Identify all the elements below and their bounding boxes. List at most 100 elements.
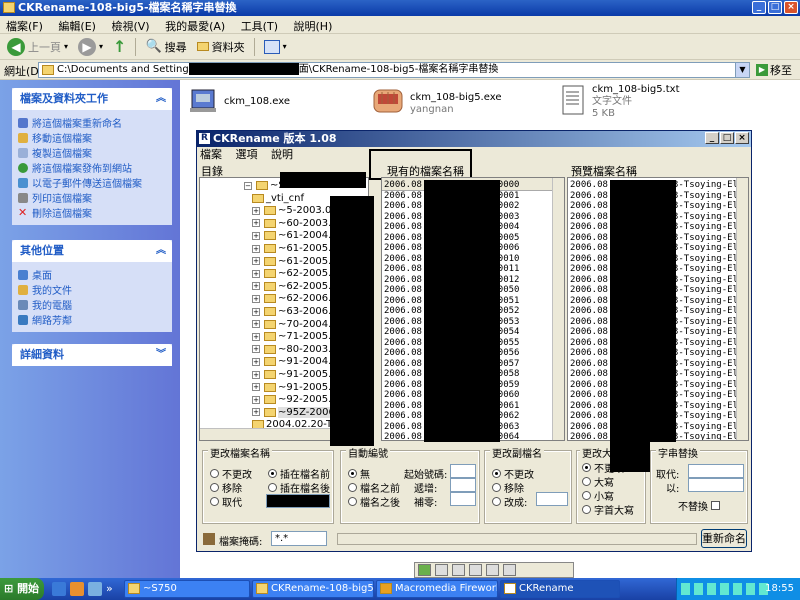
task-print-file[interactable]: 列印這個檔案: [18, 191, 166, 205]
place-network[interactable]: 網路芳鄰: [18, 313, 166, 327]
numbering-after-radio[interactable]: 檔名之後: [348, 494, 400, 509]
menu-help[interactable]: 說明(H): [288, 16, 339, 36]
expand-icon[interactable]: +: [252, 294, 260, 303]
views-button[interactable]: ▾: [261, 39, 290, 55]
tray-icons[interactable]: [681, 583, 771, 595]
address-input[interactable]: C:\Documents and Setting 面\CKRename-108-b…: [38, 62, 750, 78]
tree-folder[interactable]: _vti_cnf: [252, 193, 304, 204]
up-folder-button[interactable]: ↑: [110, 36, 129, 57]
details-header[interactable]: 詳細資料 ︾: [12, 344, 172, 366]
forward-button[interactable]: ▶ ▾: [75, 37, 106, 57]
rename-no-change-radio[interactable]: 不更改: [210, 466, 252, 481]
taskbar-item[interactable]: CKRename-108-big5-檔...: [252, 580, 374, 598]
address-dropdown-button[interactable]: ▼: [735, 63, 749, 77]
rename-remove-radio[interactable]: 移除: [210, 480, 242, 495]
expand-icon[interactable]: +: [252, 383, 260, 392]
no-replace-checkbox[interactable]: 不替換: [678, 498, 720, 513]
expand-icon[interactable]: +: [252, 395, 260, 404]
numbering-before-radio[interactable]: 檔名之前: [348, 480, 400, 495]
ext-no-change-radio[interactable]: 不更改: [492, 466, 534, 481]
case-title-radio[interactable]: 字首大寫: [582, 502, 634, 517]
expand-icon[interactable]: +: [252, 269, 260, 278]
taskbar-item[interactable]: Macromedia Fireworks M...: [376, 580, 498, 598]
chevron-right-icon[interactable]: »: [106, 582, 113, 595]
ime-icon[interactable]: [418, 564, 431, 576]
expand-icon[interactable]: +: [252, 307, 260, 316]
task-email-file[interactable]: 以電子郵件傳送這個檔案: [18, 176, 166, 190]
place-my-documents[interactable]: 我的文件: [18, 283, 166, 297]
start-button[interactable]: ⊞ 開始: [0, 578, 44, 600]
expand-icon[interactable]: +: [252, 408, 260, 417]
menu-edit[interactable]: 編輯(E): [52, 16, 102, 36]
other-places-header[interactable]: 其他位置 ︽: [12, 240, 172, 262]
ck-menu-help[interactable]: 說明: [271, 148, 293, 161]
tool-icon[interactable]: [469, 564, 482, 576]
back-button[interactable]: ◀ 上一頁 ▾: [4, 37, 71, 57]
start-number-input[interactable]: [450, 464, 476, 478]
task-rename-file[interactable]: 將這個檔案重新命名: [18, 116, 166, 130]
keyboard-icon[interactable]: [435, 564, 448, 576]
menu-view[interactable]: 檢視(V): [105, 16, 155, 36]
menu-file[interactable]: 檔案(F): [0, 16, 49, 36]
case-lower-radio[interactable]: 小寫: [582, 488, 614, 503]
file-mask-input[interactable]: *.*: [271, 531, 327, 546]
expand-icon[interactable]: +: [252, 320, 260, 329]
search-button[interactable]: 🔍 搜尋: [142, 38, 189, 56]
pen-icon[interactable]: [452, 564, 465, 576]
numbering-none-radio[interactable]: 無: [348, 466, 370, 481]
input-icon[interactable]: [486, 564, 499, 576]
ext-change-radio[interactable]: 改成:: [492, 494, 527, 509]
insert-before-radio[interactable]: 插在檔名前: [268, 466, 330, 481]
replace-to-input[interactable]: [688, 478, 744, 492]
expand-icon[interactable]: +: [252, 219, 260, 228]
rename-button[interactable]: 重新命名: [701, 529, 747, 548]
expand-icon[interactable]: −: [244, 181, 252, 190]
taskbar-item[interactable]: ~S750: [124, 580, 250, 598]
menu-tools[interactable]: 工具(T): [235, 16, 284, 36]
expand-icon[interactable]: +: [252, 206, 260, 215]
menu-favorites[interactable]: 我的最愛(A): [159, 16, 231, 36]
task-delete-file[interactable]: ✕ 刪除這個檔案: [18, 206, 166, 221]
replace-from-input[interactable]: [688, 464, 744, 478]
desktop-icon[interactable]: [88, 582, 102, 596]
file-item[interactable]: ckm_108-big5.exe yangnan: [370, 84, 501, 116]
file-item[interactable]: ckm_108.exe: [188, 84, 290, 116]
expand-icon[interactable]: +: [252, 282, 260, 291]
expand-icon[interactable]: +: [252, 357, 260, 366]
close-button[interactable]: ×: [784, 1, 798, 14]
ck-menu-file[interactable]: 檔案: [200, 148, 222, 161]
rename-text-input[interactable]: [266, 494, 330, 508]
place-my-computer[interactable]: 我的電腦: [18, 298, 166, 312]
extension-input[interactable]: [536, 492, 568, 506]
file-tasks-header[interactable]: 檔案及資料夾工作 ︽: [12, 88, 172, 110]
minimize-button[interactable]: _: [705, 132, 719, 144]
step-input[interactable]: [450, 478, 476, 492]
maximize-button[interactable]: □: [768, 1, 782, 14]
expand-icon[interactable]: +: [252, 257, 260, 266]
expand-icon[interactable]: +: [252, 370, 260, 379]
zero-pad-input[interactable]: [450, 492, 476, 506]
vertical-scrollbar[interactable]: [552, 178, 564, 440]
task-move-file[interactable]: 移動這個檔案: [18, 131, 166, 145]
expand-icon[interactable]: +: [252, 332, 260, 341]
ie-icon[interactable]: [52, 582, 66, 596]
maximize-button[interactable]: □: [720, 132, 734, 144]
insert-after-radio[interactable]: 插在檔名後: [268, 480, 330, 495]
task-publish-web[interactable]: 將這個檔案發佈到網站: [18, 161, 166, 175]
go-button[interactable]: ▶ 移至: [756, 62, 792, 78]
file-item[interactable]: ckm_108-big5.txt 文字文件 5 KB: [560, 84, 680, 120]
folders-button[interactable]: 資料夾: [194, 38, 248, 56]
taskbar-item-active[interactable]: CKRename: [500, 580, 620, 598]
expand-icon[interactable]: +: [252, 345, 260, 354]
ext-remove-radio[interactable]: 移除: [492, 480, 524, 495]
help-icon[interactable]: [503, 564, 516, 576]
minimize-button[interactable]: _: [752, 1, 766, 14]
firefox-icon[interactable]: [70, 582, 84, 596]
task-copy-file[interactable]: 複製這個檔案: [18, 146, 166, 160]
expand-icon[interactable]: +: [252, 244, 260, 253]
vertical-scrollbar[interactable]: [736, 178, 748, 440]
case-upper-radio[interactable]: 大寫: [582, 474, 614, 489]
place-desktop[interactable]: 桌面: [18, 268, 166, 282]
rename-replace-radio[interactable]: 取代: [210, 494, 242, 509]
close-button[interactable]: ×: [735, 132, 749, 144]
